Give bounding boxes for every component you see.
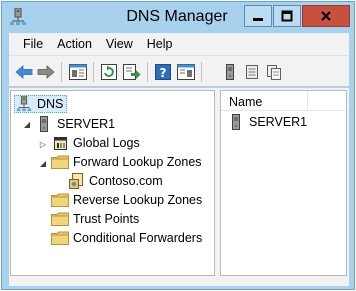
status-bar	[9, 278, 349, 286]
tree-node-label: Global Logs	[73, 136, 140, 150]
menu-bar: File Action View Help	[9, 33, 349, 55]
minimize-icon	[253, 18, 263, 21]
event-log-icon	[51, 135, 69, 151]
results-pane[interactable]: Name SERVER1	[220, 90, 347, 276]
close-icon	[321, 11, 331, 21]
folder-icon	[51, 211, 69, 227]
tree-node-label: Conditional Forwarders	[73, 231, 203, 245]
close-button[interactable]	[302, 5, 350, 27]
list-item-label: SERVER1	[249, 115, 308, 129]
toolbar-separator	[201, 62, 202, 82]
help-icon[interactable]: ?	[155, 63, 173, 81]
server-icon	[227, 114, 245, 130]
column-divider[interactable]	[307, 91, 308, 111]
toolbar-separator	[61, 62, 62, 82]
server-icon[interactable]	[221, 63, 239, 81]
copy-icon[interactable]	[265, 63, 283, 81]
toolbar: ?	[9, 55, 349, 87]
tree-node-label: SERVER1	[57, 117, 116, 131]
menu-view[interactable]: View	[106, 37, 133, 51]
tree-node-label: Forward Lookup Zones	[73, 155, 202, 169]
tree-node-server[interactable]: SERVER1	[35, 115, 115, 133]
expand-arrow-icon[interactable]: ▷	[38, 139, 48, 149]
tree-node-label: Contoso.com	[89, 174, 163, 188]
maximize-button[interactable]	[273, 5, 301, 27]
folder-icon	[51, 230, 69, 246]
zone-icon[interactable]	[243, 63, 261, 81]
tree-node-label: Trust Points	[73, 212, 140, 226]
tree-node-dns[interactable]: DNS	[14, 95, 68, 113]
dns-icon	[15, 96, 33, 112]
folder-icon	[51, 154, 69, 170]
tree-node-conditional-forwarders[interactable]: Conditional Forwarders	[51, 229, 202, 247]
collapse-arrow-icon[interactable]: ◢	[38, 158, 48, 168]
export-icon[interactable]	[123, 63, 141, 81]
minimize-button[interactable]	[244, 5, 272, 27]
window-title: DNS Manager	[126, 8, 228, 25]
tree-node-label: Reverse Lookup Zones	[73, 193, 203, 207]
dns-manager-window: DNS Manager File Action View Help ? DNS …	[1, 1, 355, 290]
column-header-name[interactable]: Name	[221, 91, 346, 111]
folder-icon	[51, 192, 69, 208]
forward-arrow-icon[interactable]	[37, 63, 55, 81]
tree-node-global-logs[interactable]: Global Logs	[51, 134, 140, 152]
pane-splitter[interactable]	[216, 90, 219, 276]
tree-node-forward-lookup-zones[interactable]: Forward Lookup Zones	[51, 153, 202, 171]
server-icon	[35, 116, 53, 132]
toolbar-separator	[147, 62, 148, 82]
maximize-icon	[281, 10, 293, 22]
zone-icon	[67, 173, 85, 189]
list-item[interactable]: SERVER1	[227, 113, 307, 131]
tree-node-label: DNS	[37, 97, 64, 111]
menu-help[interactable]: Help	[147, 37, 173, 51]
refresh-icon[interactable]	[101, 63, 119, 81]
properties-icon[interactable]	[177, 63, 195, 81]
console-tree[interactable]: DNS ◢ SERVER1 ▷ Global Logs ◢ Forward Lo…	[10, 90, 215, 276]
toolbar-separator	[93, 62, 94, 82]
tree-node-reverse-lookup-zones[interactable]: Reverse Lookup Zones	[51, 191, 202, 209]
dns-app-icon	[10, 7, 26, 26]
back-arrow-icon[interactable]	[15, 63, 33, 81]
console-tree-icon[interactable]	[69, 63, 87, 81]
main-content: DNS ◢ SERVER1 ▷ Global Logs ◢ Forward Lo…	[9, 88, 349, 278]
svg-text:?: ?	[160, 66, 167, 80]
collapse-arrow-icon[interactable]: ◢	[22, 119, 32, 129]
tree-node-contoso-zone[interactable]: Contoso.com	[67, 172, 163, 190]
title-bar[interactable]: DNS Manager	[2, 2, 354, 32]
tree-node-trust-points[interactable]: Trust Points	[51, 210, 139, 228]
menu-action[interactable]: Action	[57, 37, 92, 51]
menu-file[interactable]: File	[23, 37, 43, 51]
